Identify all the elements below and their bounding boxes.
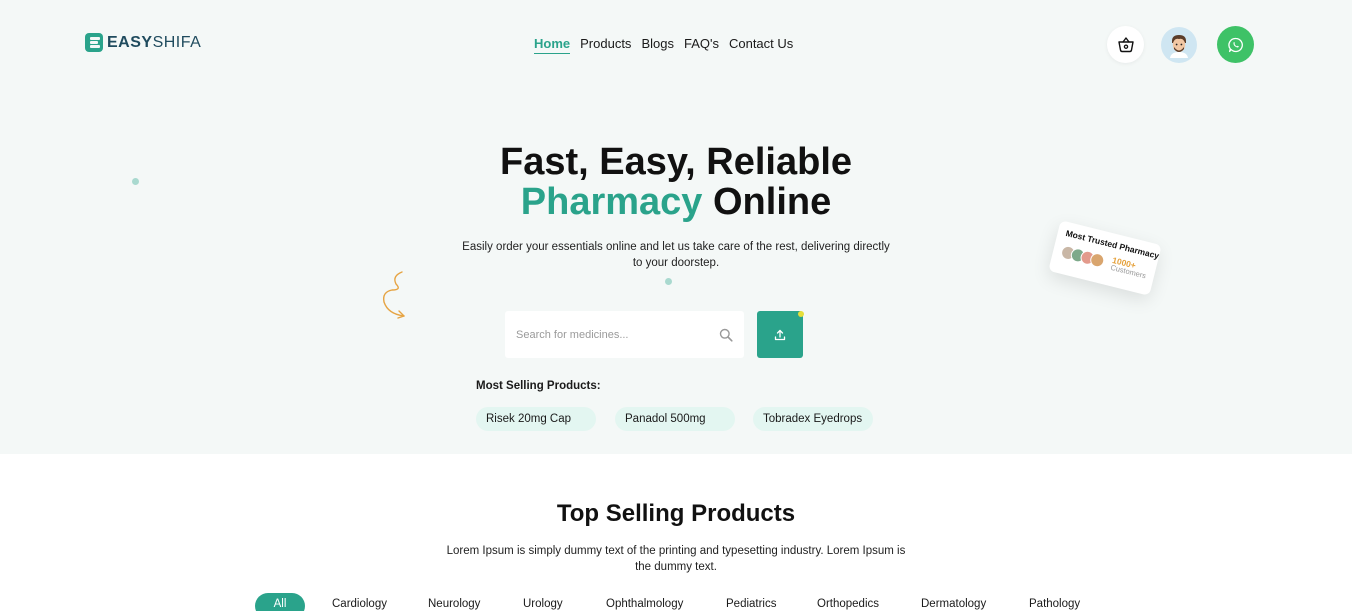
hero-subtitle: Easily order your essentials online and … xyxy=(462,241,890,269)
hero-title-line1: Fast, Easy, Reliable xyxy=(499,141,853,183)
logo[interactable]: EASYSHIFA xyxy=(85,33,201,52)
product-chip[interactable]: Tobradex Eyedrops xyxy=(753,407,873,431)
upload-prescription-button[interactable] xyxy=(757,311,803,358)
product-chip[interactable]: Risek 20mg Cap xyxy=(476,407,596,431)
product-chip[interactable]: Panadol 500mg xyxy=(615,407,735,431)
whatsapp-icon xyxy=(1227,37,1243,52)
category-tab-urology[interactable]: Urology xyxy=(509,593,577,611)
user-avatar xyxy=(1170,35,1188,58)
logo-shifa: SHIFA xyxy=(152,33,202,51)
search-input[interactable] xyxy=(516,328,706,341)
basket-icon xyxy=(1117,36,1134,52)
search-box xyxy=(505,311,744,358)
nav-item-products[interactable]: Products xyxy=(580,36,631,54)
category-tab-pediatrics[interactable]: Pediatrics xyxy=(712,593,791,611)
most-selling-label: Most Selling Products: xyxy=(476,380,601,392)
category-tab-ophthalmology[interactable]: Ophthalmology xyxy=(592,593,697,611)
hero-title-accent: Pharmacy xyxy=(520,181,703,223)
category-tab-orthopedics[interactable]: Orthopedics xyxy=(803,593,893,611)
logo-text: EASYSHIFA xyxy=(107,34,201,52)
nav-item-faqs[interactable]: FAQ's xyxy=(684,36,719,54)
category-tab-pathology[interactable]: Pathology xyxy=(1015,593,1094,611)
category-tab-all[interactable]: All xyxy=(255,593,305,611)
nav-item-home[interactable]: Home xyxy=(534,36,571,54)
cart-button[interactable] xyxy=(1107,26,1144,63)
hero-section xyxy=(0,0,1352,454)
search-icon[interactable] xyxy=(719,328,733,342)
nav-item-contact-us[interactable]: Contact Us xyxy=(729,36,793,54)
whatsapp-button[interactable] xyxy=(1217,26,1254,63)
decorative-dot xyxy=(665,278,672,285)
upload-icon xyxy=(774,329,786,340)
top-selling-subtitle: Lorem Ipsum is simply dummy text of the … xyxy=(446,545,906,573)
logo-easy: EASY xyxy=(107,33,153,51)
hero-title: Fast, Easy, Reliable Pharmacy Online xyxy=(0,142,1352,222)
user-avatar-button[interactable] xyxy=(1161,27,1197,63)
category-tab-neurology[interactable]: Neurology xyxy=(414,593,494,611)
hero-title-rest: Online xyxy=(702,181,832,223)
main-nav: Home Products Blogs FAQ's Contact Us xyxy=(534,36,793,54)
category-tab-cardiology[interactable]: Cardiology xyxy=(318,593,401,611)
logo-mark-icon xyxy=(85,33,103,52)
nav-item-blogs[interactable]: Blogs xyxy=(641,36,674,54)
squiggle-arrow-icon xyxy=(382,271,405,319)
top-selling-title: Top Selling Products xyxy=(556,500,796,527)
category-tab-dermatology[interactable]: Dermatology xyxy=(907,593,1000,611)
notification-dot xyxy=(798,311,804,317)
